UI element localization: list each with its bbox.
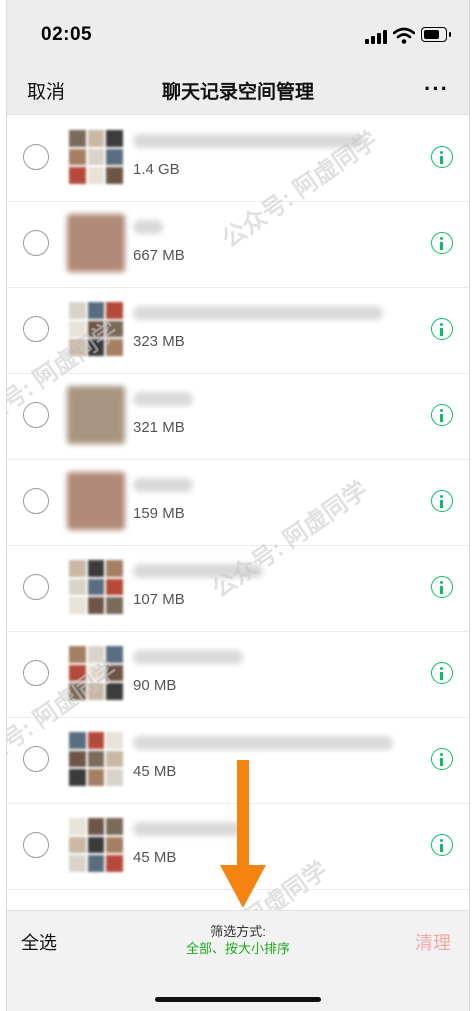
list-item[interactable]: 107 MB [7, 546, 469, 632]
filter-value[interactable]: 全部、按大小排序 [7, 938, 469, 957]
select-radio[interactable] [23, 746, 49, 772]
signal-icon [365, 30, 387, 44]
storage-size: 45 MB [133, 763, 177, 780]
clear-button[interactable]: 清理 [415, 929, 451, 955]
chat-name-redacted [133, 134, 363, 148]
storage-size: 323 MB [133, 333, 185, 350]
navigation-bar: 取消 聊天记录空间管理 ··· [7, 62, 469, 115]
chat-name-redacted [133, 564, 263, 578]
info-icon[interactable] [431, 662, 453, 684]
chat-name-redacted [133, 650, 243, 664]
chat-avatar [67, 214, 125, 272]
chat-avatar [67, 816, 125, 874]
list-item[interactable]: 667 MB [7, 202, 469, 288]
select-radio[interactable] [23, 144, 49, 170]
list-item[interactable]: 323 MB [7, 288, 469, 374]
more-options-button[interactable]: ··· [424, 76, 449, 102]
select-radio[interactable] [23, 230, 49, 256]
info-icon[interactable] [431, 490, 453, 512]
info-icon[interactable] [431, 318, 453, 340]
status-time: 02:05 [41, 24, 93, 45]
annotation-arrow-icon [220, 760, 266, 908]
chat-name-redacted [133, 220, 163, 234]
status-bar: 02:05 [7, 0, 469, 70]
select-radio[interactable] [23, 488, 49, 514]
info-icon[interactable] [431, 146, 453, 168]
chat-avatar [67, 558, 125, 616]
phone-screen: 02:05 取消 聊天记录空间管理 ··· 1.4 GB 667 MB 323 MB… [6, 0, 470, 1011]
storage-size: 667 MB [133, 247, 185, 264]
chat-name-redacted [133, 392, 193, 406]
info-icon[interactable] [431, 404, 453, 426]
home-indicator [155, 997, 321, 1002]
storage-size: 107 MB [133, 591, 185, 608]
chat-avatar [67, 128, 125, 186]
storage-size: 321 MB [133, 419, 185, 436]
storage-size: 90 MB [133, 677, 177, 694]
select-radio[interactable] [23, 574, 49, 600]
chat-name-redacted [133, 306, 383, 320]
list-item[interactable]: 159 MB [7, 460, 469, 546]
info-icon[interactable] [431, 232, 453, 254]
storage-size: 45 MB [133, 849, 177, 866]
chat-avatar [67, 386, 125, 444]
chat-avatar [67, 472, 125, 530]
chat-avatar [67, 644, 125, 702]
info-icon[interactable] [431, 834, 453, 856]
select-radio[interactable] [23, 660, 49, 686]
select-radio[interactable] [23, 316, 49, 342]
select-radio[interactable] [23, 402, 49, 428]
info-icon[interactable] [431, 748, 453, 770]
list-item[interactable]: 90 MB [7, 632, 469, 718]
list-item[interactable]: 321 MB [7, 374, 469, 460]
storage-size: 159 MB [133, 505, 185, 522]
select-radio[interactable] [23, 832, 49, 858]
bottom-toolbar: 全选 筛选方式: 全部、按大小排序 清理 [7, 910, 469, 1011]
wifi-icon [393, 27, 415, 44]
page-title: 聊天记录空间管理 [161, 82, 314, 103]
list-item[interactable]: 1.4 GB [7, 116, 469, 202]
chat-avatar [67, 730, 125, 788]
storage-size: 1.4 GB [133, 161, 180, 178]
chat-name-redacted [133, 478, 193, 492]
chat-avatar [67, 300, 125, 358]
info-icon[interactable] [431, 576, 453, 598]
battery-icon [421, 27, 451, 42]
chat-name-redacted [133, 736, 393, 750]
